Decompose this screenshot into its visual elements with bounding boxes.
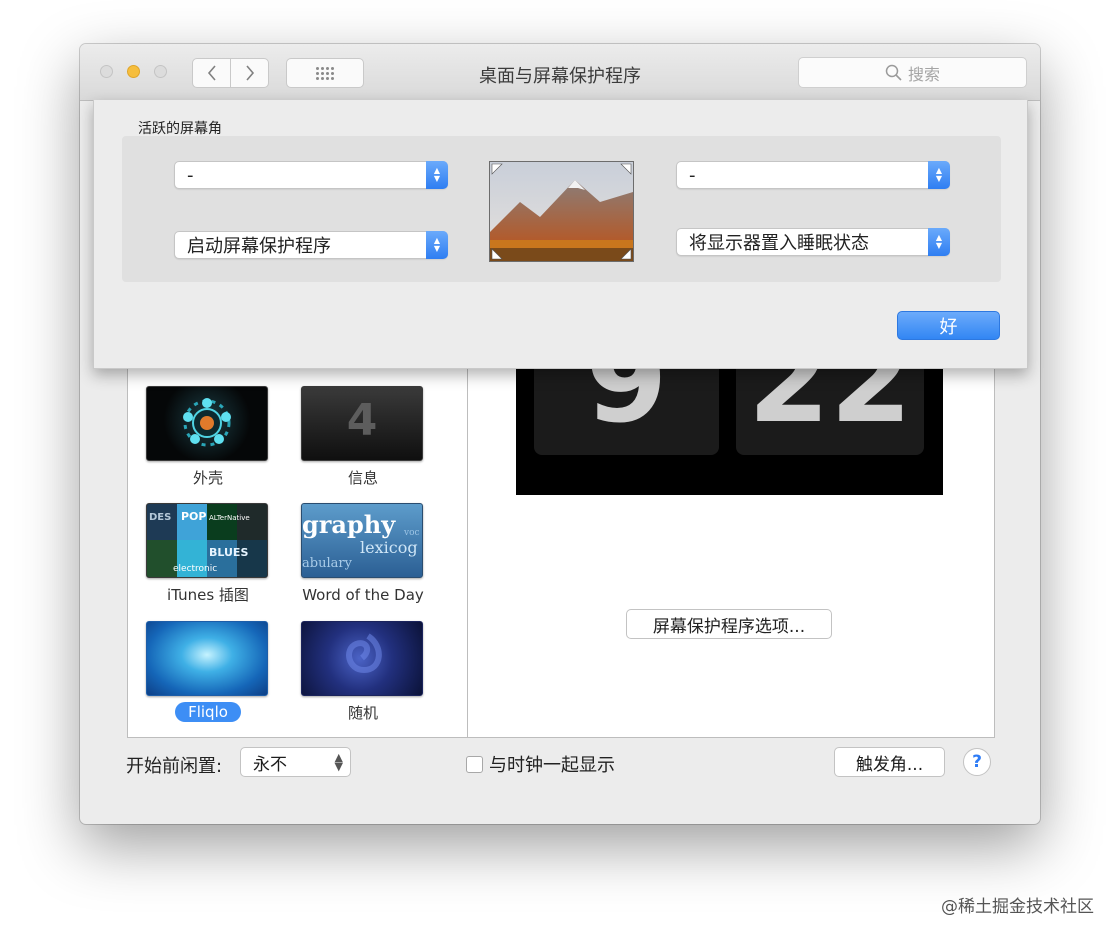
saver-thumbnail-message: 4 (301, 386, 423, 461)
flip-card-minute: 22 (736, 365, 924, 455)
saver-label-random: 随机 (347, 704, 378, 722)
clock-hour: 9 (585, 365, 668, 449)
clock-minute: 22 (747, 365, 913, 449)
screen-saver-options-button[interactable]: 屏幕保护程序选项... (626, 609, 832, 639)
mountain-wallpaper-image (490, 162, 633, 261)
popup-stepper-icon: ▲ ▼ (426, 161, 448, 189)
popup-stepper-icon: ▲ ▼ (928, 161, 950, 189)
thumbnail-glyph: 4 (346, 395, 378, 446)
saver-label-message: 信息 (347, 469, 378, 487)
thumb-word-lexico: lexicog (360, 538, 418, 557)
fliqlo-preview: 9 22 (516, 365, 943, 495)
bottom-left-corner-value: 启动屏幕保护程序 (187, 236, 331, 257)
top-right-corner-value: - (689, 164, 696, 186)
saver-item-shell[interactable]: 外壳 (146, 386, 270, 487)
search-icon (885, 64, 902, 81)
source-credit: @稀土掘金技术社区 (941, 897, 1094, 917)
idle-time-select[interactable]: 永不 ▲ ▼ (240, 747, 351, 777)
saver-thumbnail-word: graphy lexicog voc abulary (301, 503, 423, 578)
bottom-right-corner-value: 将显示器置入睡眠状态 (689, 233, 869, 254)
desktop-corner-preview (489, 161, 634, 262)
thumb-text-electronic: electronic (173, 564, 218, 574)
thumb-word-voc: voc (404, 528, 420, 538)
top-left-corner-select[interactable]: - ▲ ▼ (174, 161, 448, 189)
show-with-clock-option[interactable]: 与时钟一起显示 (466, 751, 615, 777)
saver-item-word-of-the-day[interactable]: graphy lexicog voc abulary Word of the D… (301, 503, 425, 604)
screen-saver-list[interactable]: 外壳 4 信息 DES POP ALTerNative BLUES electr… (127, 365, 469, 738)
bottom-left-corner-select[interactable]: 启动屏幕保护程序 ▲ ▼ (174, 231, 448, 259)
thumb-text-des: DES (149, 512, 172, 523)
saver-label-shell: 外壳 (192, 469, 223, 487)
help-button[interactable]: ? (963, 748, 991, 776)
preview-panel: 9 22 (467, 365, 995, 738)
saver-item-fliqlo[interactable]: Fliqlo (146, 621, 270, 722)
saver-thumbnail-shell (146, 386, 268, 461)
saver-label-fliqlo: Fliqlo (175, 702, 241, 722)
saver-label-word: Word of the Day (302, 586, 424, 604)
thumb-text-alt: ALTerNative (209, 514, 250, 522)
top-left-corner-value: - (187, 164, 194, 186)
idle-time-value: 永不 (253, 754, 287, 775)
ok-button[interactable]: 好 (897, 311, 1000, 340)
saver-thumbnail-random (301, 621, 423, 696)
swirl-graphic (346, 633, 382, 674)
up-down-arrows-icon: ▲ ▼ (334, 751, 343, 773)
thumb-word-ulary: abulary (302, 556, 352, 571)
saver-item-itunes-artwork[interactable]: DES POP ALTerNative BLUES electronic iTu… (146, 503, 270, 604)
saver-thumbnail-itunes: DES POP ALTerNative BLUES electronic (146, 503, 268, 578)
popup-stepper-icon: ▲ ▼ (928, 228, 950, 256)
show-with-clock-label: 与时钟一起显示 (489, 755, 615, 776)
saver-thumbnail-fliqlo (146, 621, 268, 696)
search-field[interactable]: 搜索 (798, 57, 1027, 88)
hot-corners-button[interactable]: 触发角... (834, 747, 945, 777)
search-placeholder: 搜索 (907, 64, 940, 84)
saver-item-random[interactable]: 随机 (301, 621, 425, 722)
saver-item-message[interactable]: 4 信息 (301, 386, 425, 487)
flip-card-hour: 9 (534, 365, 719, 455)
thumb-word-graphy: graphy (302, 510, 396, 539)
top-right-corner-select[interactable]: - ▲ ▼ (676, 161, 950, 189)
idle-time-label: 开始前闲置: (126, 756, 223, 777)
thumb-text-pop: POP (181, 510, 207, 523)
show-with-clock-checkbox[interactable] (466, 755, 483, 773)
hot-corners-sheet: 活跃的屏幕角 - ▲ ▼ - ▲ ▼ 启动屏幕保护程序 ▲ ▼ 将显示器置入睡眠状态 … (93, 100, 1028, 369)
hot-corners-title: 活跃的屏幕角 (138, 121, 222, 137)
title-bar: 桌面与屏幕保护程序 搜索 (80, 44, 1040, 101)
thumb-text-blues: BLUES (209, 546, 249, 559)
popup-stepper-icon: ▲ ▼ (426, 231, 448, 259)
saver-label-itunes: iTunes 插图 (167, 586, 249, 604)
bottom-right-corner-select[interactable]: 将显示器置入睡眠状态 ▲ ▼ (676, 228, 950, 256)
kaleidoscope-graphic (183, 398, 231, 447)
bottom-controls: 开始前闲置: 永不 ▲ ▼ 与时钟一起显示 触发角... ? (80, 744, 1040, 784)
